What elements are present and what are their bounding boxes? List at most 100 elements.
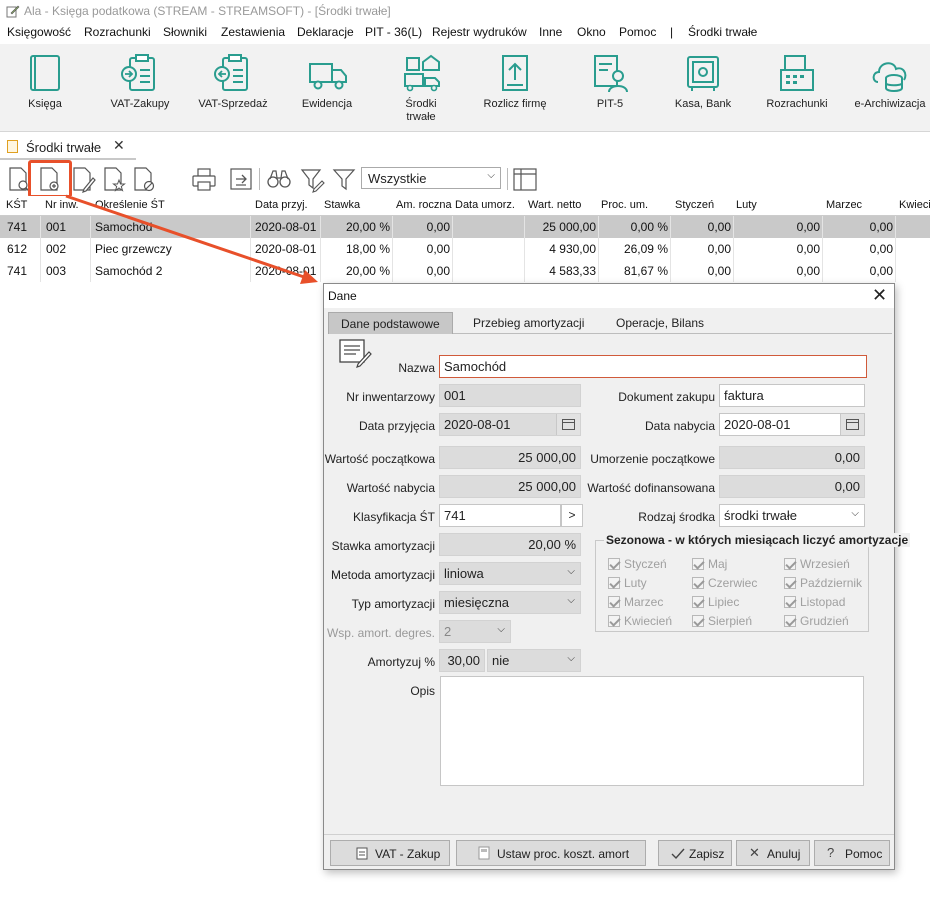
table-row[interactable]: 741 003 Samochód 2 2020-08-01 20,00 % 0,… xyxy=(0,260,930,282)
ribbon-pit5-button[interactable]: PIT-5 xyxy=(565,44,655,130)
print-icon[interactable] xyxy=(191,165,217,193)
cancel-icon: ✕ xyxy=(749,845,760,860)
zapisz-button[interactable]: Zapisz xyxy=(658,840,732,866)
checkbox-pazdziernik[interactable]: Październik xyxy=(784,576,862,590)
checkbox-czerwiec[interactable]: Czerwiec xyxy=(692,576,757,590)
ribbon-kasa-bank-button[interactable]: Kasa, Bank xyxy=(658,44,748,130)
edit-document-icon[interactable] xyxy=(70,165,96,193)
label-nazwa: Nazwa xyxy=(398,361,435,375)
col-proc-um[interactable]: Proc. um. xyxy=(601,199,648,211)
col-kwiecien[interactable]: Kwieci xyxy=(899,199,930,211)
rodzaj-srodka-select[interactable]: środki trwałe ⌵ xyxy=(719,504,865,527)
wartosc-poczatkowa-field[interactable]: 25 000,00 xyxy=(439,446,581,469)
export-icon[interactable] xyxy=(228,165,254,193)
col-data-przyj[interactable]: Data przyj. xyxy=(255,199,308,211)
close-tab-icon[interactable]: ✕ xyxy=(113,137,125,154)
checkbox-kwiecien[interactable]: Kwiecień xyxy=(608,614,672,628)
menu-rozrachunki[interactable]: Rozrachunki xyxy=(84,25,151,39)
menu-deklaracje[interactable]: Deklaracje xyxy=(297,25,354,39)
checkbox-label: Lipiec xyxy=(708,595,740,609)
data-przyjecia-value: 2020-08-01 xyxy=(444,417,511,432)
stawka-amortyzacji-field[interactable]: 20,00 % xyxy=(439,533,581,556)
col-nr-inw[interactable]: Nr inw. xyxy=(45,199,79,211)
col-styczen[interactable]: Styczeń xyxy=(675,199,714,211)
data-przyjecia-field[interactable]: 2020-08-01 xyxy=(439,413,581,436)
ribbon-rozrachunki-button[interactable]: Rozrachunki xyxy=(752,44,842,130)
ribbon-ewidencja-button[interactable]: Ewidencja xyxy=(282,44,372,130)
table-row[interactable]: 741 001 Samochód 2020-08-01 20,00 % 0,00… xyxy=(0,216,930,238)
tab-dane-podstawowe[interactable]: Dane podstawowe xyxy=(328,312,453,334)
col-wart-netto[interactable]: Wart. netto xyxy=(528,199,581,211)
table-row[interactable]: 612 002 Piec grzewczy 2020-08-01 18,00 %… xyxy=(0,238,930,260)
checkbox-wrzesien[interactable]: Wrzesień xyxy=(784,557,850,571)
checkbox-styczen[interactable]: Styczeń xyxy=(608,557,667,571)
ribbon-rozlicz-firme-label: Rozlicz firmę xyxy=(483,98,547,110)
menu-pomoc[interactable]: Pomoc xyxy=(619,25,656,39)
tab-przebieg-amortyzacji[interactable]: Przebieg amortyzacji xyxy=(461,312,596,334)
ribbon-rozlicz-firme-button[interactable]: Rozlicz firmę xyxy=(470,44,560,130)
col-data-umorz[interactable]: Data umorz. xyxy=(455,199,515,211)
checkbox-sierpien[interactable]: Sierpień xyxy=(692,614,752,628)
menu-okno[interactable]: Okno xyxy=(577,25,606,39)
amortyzuj-option-select[interactable]: nie ⌵ xyxy=(487,649,581,672)
ustaw-proc-button[interactable]: Ustaw proc. koszt. amort xyxy=(456,840,646,866)
metoda-amortyzacji-select[interactable]: liniowa ⌵ xyxy=(439,562,581,585)
typ-amortyzacji-select[interactable]: miesięczna ⌵ xyxy=(439,591,581,614)
ribbon-srodki-trwale-button[interactable]: Środki trwałe xyxy=(376,44,466,130)
checkbox-label: Grudzień xyxy=(800,614,849,628)
favorite-document-icon[interactable] xyxy=(101,165,127,193)
menu-srodki-trwale[interactable]: Środki trwałe xyxy=(688,25,757,39)
dokument-zakupu-field[interactable]: faktura xyxy=(719,384,865,407)
amortyzuj-percent-field[interactable]: 30,00 xyxy=(439,649,485,672)
ribbon-e-archiwizacja-button[interactable]: e-Archiwizacja xyxy=(845,44,930,130)
delete-document-icon[interactable] xyxy=(131,165,157,193)
wartosc-dofinansowana-field[interactable]: 0,00 xyxy=(719,475,865,498)
checkbox-grudzien[interactable]: Grudzień xyxy=(784,614,849,628)
label-typ-amortyzacji: Typ amortyzacji xyxy=(351,597,435,611)
col-stawka[interactable]: Stawka xyxy=(324,199,360,211)
menu-slowniki[interactable]: Słowniki xyxy=(163,25,207,39)
menu-pit36[interactable]: PIT - 36(L) xyxy=(365,25,422,39)
ribbon-vat-zakupy-button[interactable]: VAT-Zakupy xyxy=(95,44,185,130)
ribbon-vat-sprzedaz-button[interactable]: VAT-Sprzedaż xyxy=(188,44,278,130)
nr-inwentarzowy-field[interactable]: 001 xyxy=(439,384,581,407)
klasyfikacja-field[interactable]: 741 xyxy=(439,504,561,527)
binoculars-icon[interactable] xyxy=(266,165,292,193)
columns-icon[interactable] xyxy=(512,165,538,193)
menu-zestawienia[interactable]: Zestawienia xyxy=(221,25,285,39)
document-tab[interactable]: Środki trwałe ✕ xyxy=(0,134,136,160)
filter-edit-icon[interactable] xyxy=(299,165,325,193)
anuluj-button[interactable]: ✕ Anuluj xyxy=(736,840,810,866)
col-okreslenie[interactable]: Określenie ŚT xyxy=(95,199,165,211)
vat-zakup-button[interactable]: VAT - Zakup xyxy=(330,840,450,866)
toolbar: Wszystkie ⌵ xyxy=(0,162,930,196)
close-icon[interactable]: ✕ xyxy=(872,285,887,306)
tab-operacje-bilans[interactable]: Operacje, Bilans xyxy=(604,312,716,334)
ribbon-ksiega-button[interactable]: Księga xyxy=(0,44,90,130)
opis-textarea[interactable] xyxy=(440,676,864,786)
menu-ksiegowosc[interactable]: Księgowość xyxy=(7,25,71,39)
filter-icon[interactable] xyxy=(331,165,357,193)
pomoc-button[interactable]: ? Pomoc xyxy=(814,840,890,866)
calendar-icon[interactable] xyxy=(840,414,864,435)
checkbox-listopad[interactable]: Listopad xyxy=(784,595,845,609)
umorzenie-poczatkowe-field[interactable]: 0,00 xyxy=(719,446,865,469)
wsp-amort-degres-select[interactable]: 2 ⌵ xyxy=(439,620,511,643)
chevron-right-icon[interactable]: > xyxy=(561,504,583,527)
calendar-icon[interactable] xyxy=(556,414,580,435)
data-nabycia-field[interactable]: 2020-08-01 xyxy=(719,413,865,436)
col-am-roczna[interactable]: Am. roczna xyxy=(396,199,452,211)
checkbox-lipiec[interactable]: Lipiec xyxy=(692,595,739,609)
col-marzec[interactable]: Marzec xyxy=(826,199,862,211)
menu-inne[interactable]: Inne xyxy=(539,25,562,39)
menu-rejestr-wydrukow[interactable]: Rejestr wydruków xyxy=(432,25,527,39)
checkbox-marzec[interactable]: Marzec xyxy=(608,595,663,609)
filter-select[interactable]: Wszystkie ⌵ xyxy=(361,167,501,189)
col-kst[interactable]: KŚT xyxy=(6,199,27,211)
checkbox-maj[interactable]: Maj xyxy=(692,557,727,571)
chevron-down-icon: ⌵ xyxy=(567,595,575,606)
wartosc-nabycia-field[interactable]: 25 000,00 xyxy=(439,475,581,498)
checkbox-luty[interactable]: Luty xyxy=(608,576,647,590)
nazwa-field[interactable]: Samochód xyxy=(439,355,867,378)
col-luty[interactable]: Luty xyxy=(736,199,757,211)
